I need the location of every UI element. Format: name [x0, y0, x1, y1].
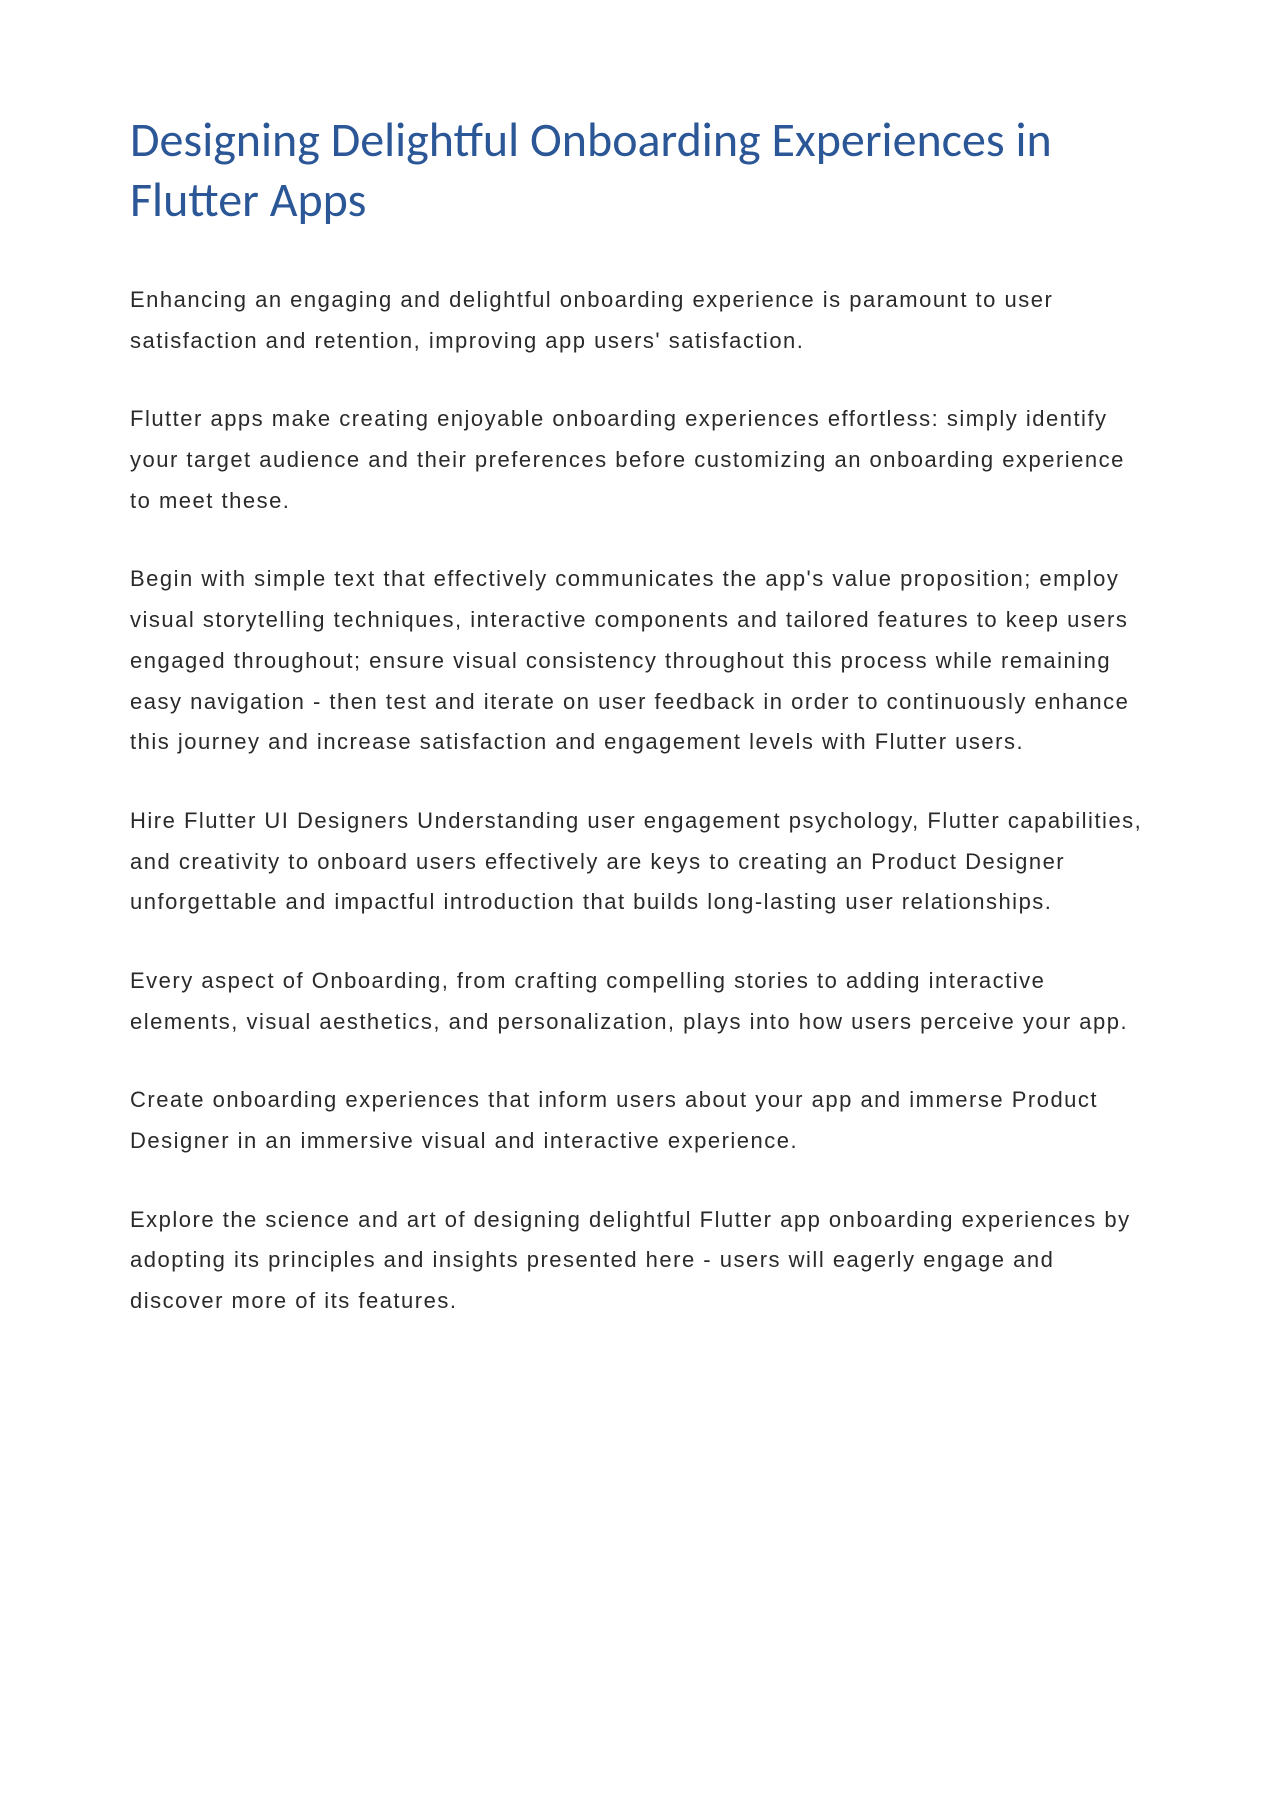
document-title: Designing Delightful Onboarding Experien… [130, 110, 1150, 230]
document-paragraph: Explore the science and art of designing… [130, 1200, 1150, 1322]
document-paragraph: Flutter apps make creating enjoyable onb… [130, 399, 1150, 521]
document-paragraph: Enhancing an engaging and delightful onb… [130, 280, 1150, 361]
document-paragraph: Every aspect of Onboarding, from craftin… [130, 961, 1150, 1042]
document-paragraph: Create onboarding experiences that infor… [130, 1080, 1150, 1161]
document-paragraph: Hire Flutter UI Designers Understanding … [130, 801, 1150, 923]
document-paragraph: Begin with simple text that effectively … [130, 559, 1150, 762]
